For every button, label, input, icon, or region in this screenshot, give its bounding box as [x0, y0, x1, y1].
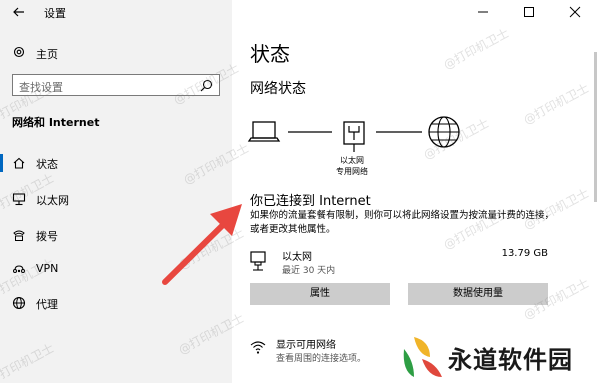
sidebar-item-home-label: 主页 — [36, 48, 58, 61]
data-usage-button[interactable]: 数据使用量 — [408, 283, 548, 305]
ethernet-port-icon — [343, 121, 365, 152]
title-bar: 设置 — [0, 0, 232, 24]
sidebar-item-label: 以太网 — [36, 194, 69, 207]
scrollbar[interactable] — [594, 52, 597, 202]
main-content: 状态 网络状态 以太网 专用网络 你已连接到 Internet 如果你的流量套餐… — [232, 0, 600, 383]
phone-icon — [13, 230, 25, 241]
page-title: 状态 — [250, 42, 290, 66]
back-arrow-icon[interactable] — [12, 5, 26, 19]
show-available-networks-link[interactable]: 显示可用网络 — [276, 336, 336, 351]
laptop-icon — [247, 121, 281, 142]
network-status-title: 网络状态 — [250, 81, 306, 97]
diagram-label-private: 专用网络 — [336, 167, 368, 176]
connected-title: 你已连接到 Internet — [250, 194, 371, 209]
connection-description: 如果你的流量套餐有限制，则你可以将此网络设置为按流量计费的连接，或者更改其他属性… — [250, 210, 555, 235]
app-title: 设置 — [44, 7, 66, 20]
sidebar-item-label: 代理 — [36, 298, 58, 311]
ethernet-usage: 13.79 GB — [501, 248, 548, 259]
properties-button[interactable]: 属性 — [250, 283, 390, 305]
maximize-icon[interactable] — [506, 0, 552, 24]
diagram-label-ethernet: 以太网 — [340, 156, 364, 165]
window-controls — [460, 0, 600, 24]
sidebar-item-label: 拨号 — [36, 230, 58, 243]
minimize-icon[interactable] — [460, 0, 506, 24]
close-icon[interactable] — [552, 0, 598, 24]
network-available-icon — [250, 341, 266, 354]
sidebar-item-home[interactable]: 主页 — [0, 40, 232, 66]
available-networks-subtitle: 查看周围的连接选项。 — [276, 354, 367, 364]
ethernet-period: 最近 30 天内 — [282, 266, 336, 276]
red-arrow-annotation — [162, 204, 242, 285]
selected-indicator — [0, 154, 3, 172]
ethernet-name: 以太网 — [282, 252, 312, 263]
section-title: 网络和 Internet — [12, 116, 100, 129]
sidebar-item-proxy[interactable]: 代理 — [0, 290, 232, 316]
globe-icon — [12, 296, 26, 310]
home-status-icon — [13, 157, 25, 169]
brand-logo-text: 永道软件园 — [448, 346, 573, 374]
gear-icon — [13, 46, 25, 58]
